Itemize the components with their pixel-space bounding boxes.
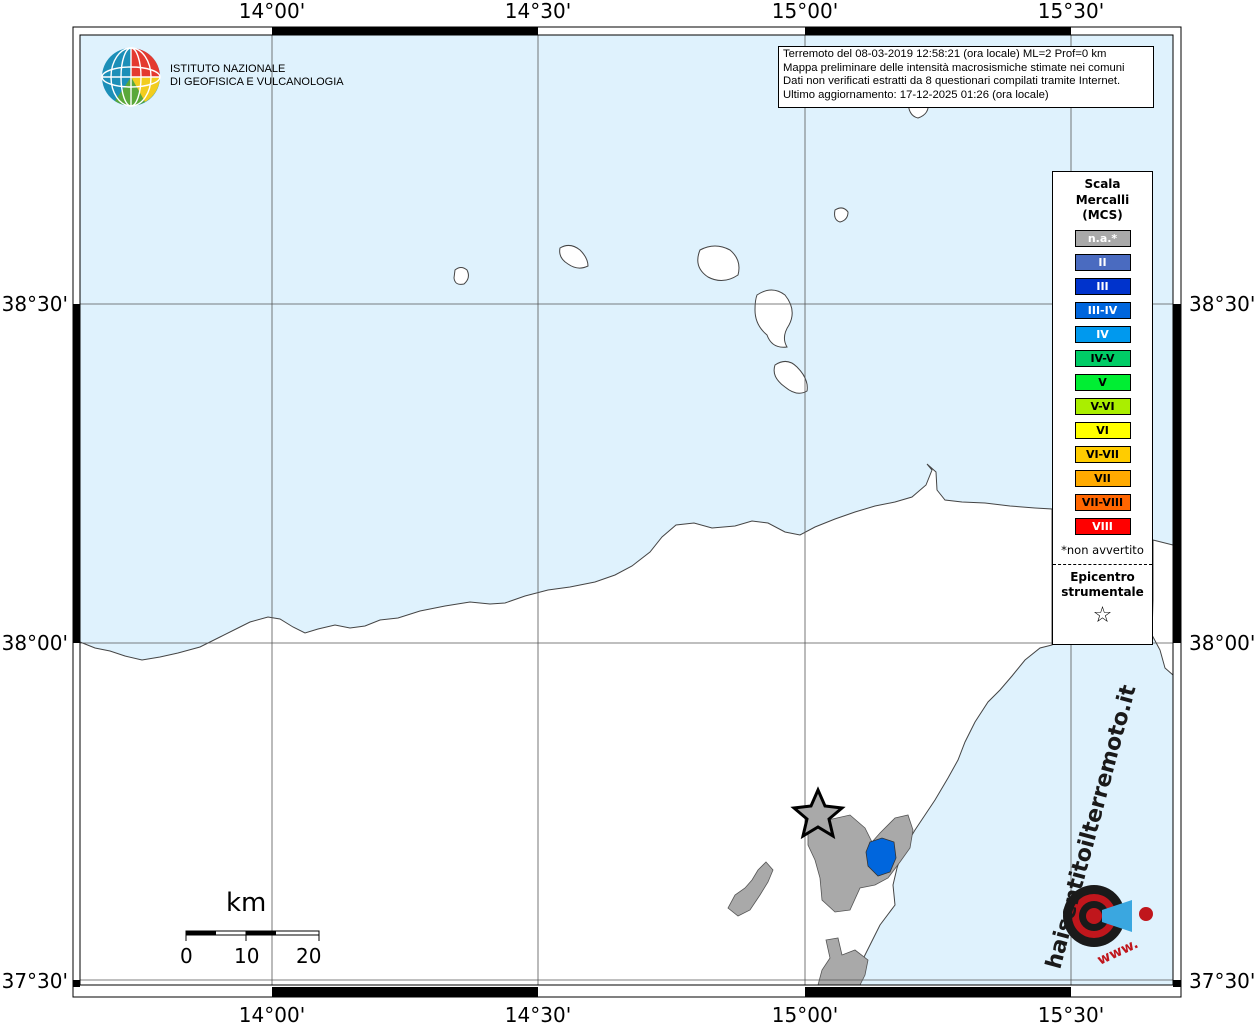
event-info-box: Terremoto del 08-03-2019 12:58:21 (ora l… (778, 46, 1154, 108)
legend-title: Scala Mercalli (MCS) (1075, 177, 1130, 222)
legend-swatch: IV-V (1074, 349, 1131, 367)
legend-swatch: VII (1074, 469, 1131, 487)
ingv-logo-globe (101, 47, 161, 107)
legend-swatch: V (1074, 373, 1131, 391)
legend-swatch: VIII (1074, 517, 1131, 535)
lat-label-right: 38°30' (1189, 292, 1255, 316)
legend-swatch: III-IV (1074, 301, 1131, 319)
ingv-logo-line2: DI GEOFISICA E VULCANOLOGIA (170, 76, 344, 88)
legend-swatch: II (1074, 253, 1131, 271)
lat-label-left: 37°30' (2, 969, 68, 993)
scale-tick-label: 0 (180, 944, 193, 968)
legend-separator (1053, 563, 1152, 565)
scale-tick-label: 10 (234, 944, 260, 968)
legend-swatch: VI (1074, 421, 1131, 439)
legend-swatch: V-VI (1074, 397, 1131, 415)
lon-label-bottom: 15°00' (772, 1003, 838, 1024)
island-alicudi (453, 267, 469, 285)
lon-label-bottom: 15°30' (1038, 1003, 1104, 1024)
legend-swatch: IV (1074, 325, 1131, 343)
scale-tick-label: 20 (296, 944, 322, 968)
lat-label-right: 37°30' (1189, 969, 1255, 993)
info-line: Terremoto del 08-03-2019 12:58:21 (ora l… (783, 48, 1107, 60)
scale-unit: km (226, 888, 267, 918)
info-line: Mappa preliminare delle intensità macros… (783, 61, 1125, 74)
info-line: Dati non verificati estratti da 8 questi… (783, 75, 1121, 87)
legend-swatch: n.a.* (1074, 229, 1131, 247)
lon-label-top: 15°30' (1038, 0, 1104, 23)
lon-label-top: 15°00' (772, 0, 838, 23)
info-line: Ultimo aggiornamento: 17-12-2025 01:26 (… (783, 88, 1049, 101)
legend-swatch: VII-VIII (1074, 493, 1131, 511)
legend-epicenter-label: Epicentro strumentale (1061, 569, 1144, 600)
legend-star-icon: ☆ (1092, 602, 1113, 628)
legend-swatch: III (1074, 277, 1131, 295)
lon-label-bottom: 14°30' (505, 1003, 571, 1024)
lon-label-top: 14°30' (505, 0, 571, 23)
lon-label-top: 14°00' (239, 0, 305, 23)
legend-note: *non avvertito (1061, 542, 1144, 557)
lon-label-bottom: 14°00' (239, 1003, 305, 1024)
lat-label-left: 38°00' (2, 631, 68, 655)
lat-label-left: 38°30' (2, 292, 68, 316)
legend-swatches: n.a.* II III III-IV IV IV-V V V-VI VI VI-VII VII VI… (1053, 229, 1152, 535)
legend-swatch: VI-VII (1074, 445, 1131, 463)
lat-label-right: 38°00' (1189, 631, 1255, 655)
mcs-legend: Scala Mercalli (MCS) n.a.* II III III-IV IV IV-… (1052, 171, 1153, 645)
ingv-logo-text: ISTITUTO NAZIONALE DI GEOFISICA E VULCAN… (170, 63, 344, 89)
ingv-logo-line1: ISTITUTO NAZIONALE (170, 63, 286, 75)
